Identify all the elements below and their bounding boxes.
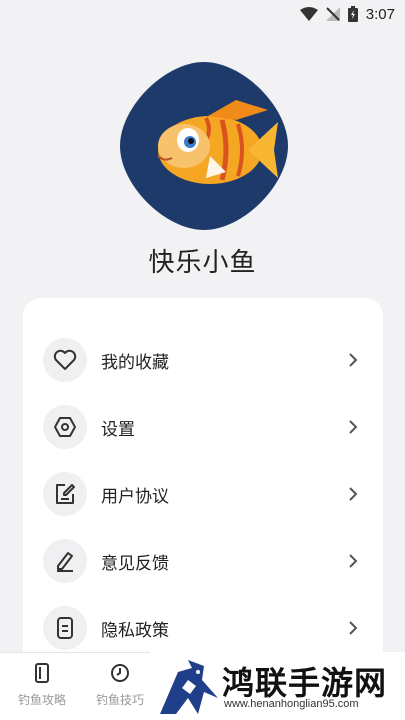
chevron-right-icon bbox=[349, 353, 358, 367]
chevron-right-icon bbox=[349, 621, 358, 635]
status-time: 3:07 bbox=[365, 5, 395, 23]
no-signal-icon bbox=[325, 7, 340, 21]
edit-document-icon bbox=[43, 472, 87, 516]
wifi-icon bbox=[299, 7, 318, 21]
heart-icon bbox=[43, 338, 87, 382]
chevron-right-icon bbox=[349, 487, 358, 501]
watermark-url: www.henanhonglian95.com bbox=[224, 698, 359, 710]
menu-item-label: 用户协议 bbox=[101, 486, 169, 507]
menu-item-privacy-policy[interactable]: 隐私政策 bbox=[23, 600, 383, 656]
menu-card: 我的收藏 设置 用户协议 意见反馈 隐私政策 bbox=[23, 298, 383, 678]
pen-icon bbox=[43, 539, 87, 583]
watermark: 鸿联手游网 www.henanhonglian95.com bbox=[150, 652, 405, 720]
status-bar: 3:07 bbox=[0, 0, 405, 28]
chevron-right-icon bbox=[349, 554, 358, 568]
chevron-right-icon bbox=[349, 420, 358, 434]
phone-icon bbox=[35, 663, 49, 683]
avatar[interactable] bbox=[118, 60, 290, 232]
menu-item-label: 我的收藏 bbox=[101, 352, 169, 373]
nav-label: 钓鱼技巧 bbox=[95, 693, 144, 707]
watermark-logo-icon bbox=[160, 660, 218, 714]
menu-item-label: 设置 bbox=[101, 419, 135, 440]
battery-icon bbox=[347, 6, 358, 22]
menu-item-user-agreement[interactable]: 用户协议 bbox=[23, 466, 383, 522]
nav-tab-fishing-guide[interactable]: 钓鱼攻略 bbox=[2, 663, 82, 708]
hexagon-settings-icon bbox=[43, 405, 87, 449]
menu-item-label: 意见反馈 bbox=[101, 553, 169, 574]
menu-item-settings[interactable]: 设置 bbox=[23, 399, 383, 455]
menu-item-feedback[interactable]: 意见反馈 bbox=[23, 533, 383, 589]
fish-avatar-image bbox=[120, 62, 288, 230]
username: 快乐小鱼 bbox=[148, 248, 257, 278]
nav-label: 钓鱼攻略 bbox=[17, 693, 66, 707]
menu-item-favorites[interactable]: 我的收藏 bbox=[23, 332, 383, 388]
document-icon bbox=[43, 606, 87, 650]
menu-item-label: 隐私政策 bbox=[101, 620, 169, 641]
clock-icon bbox=[111, 664, 129, 682]
nav-tab-fishing-tips[interactable]: 钓鱼技巧 bbox=[80, 663, 160, 708]
